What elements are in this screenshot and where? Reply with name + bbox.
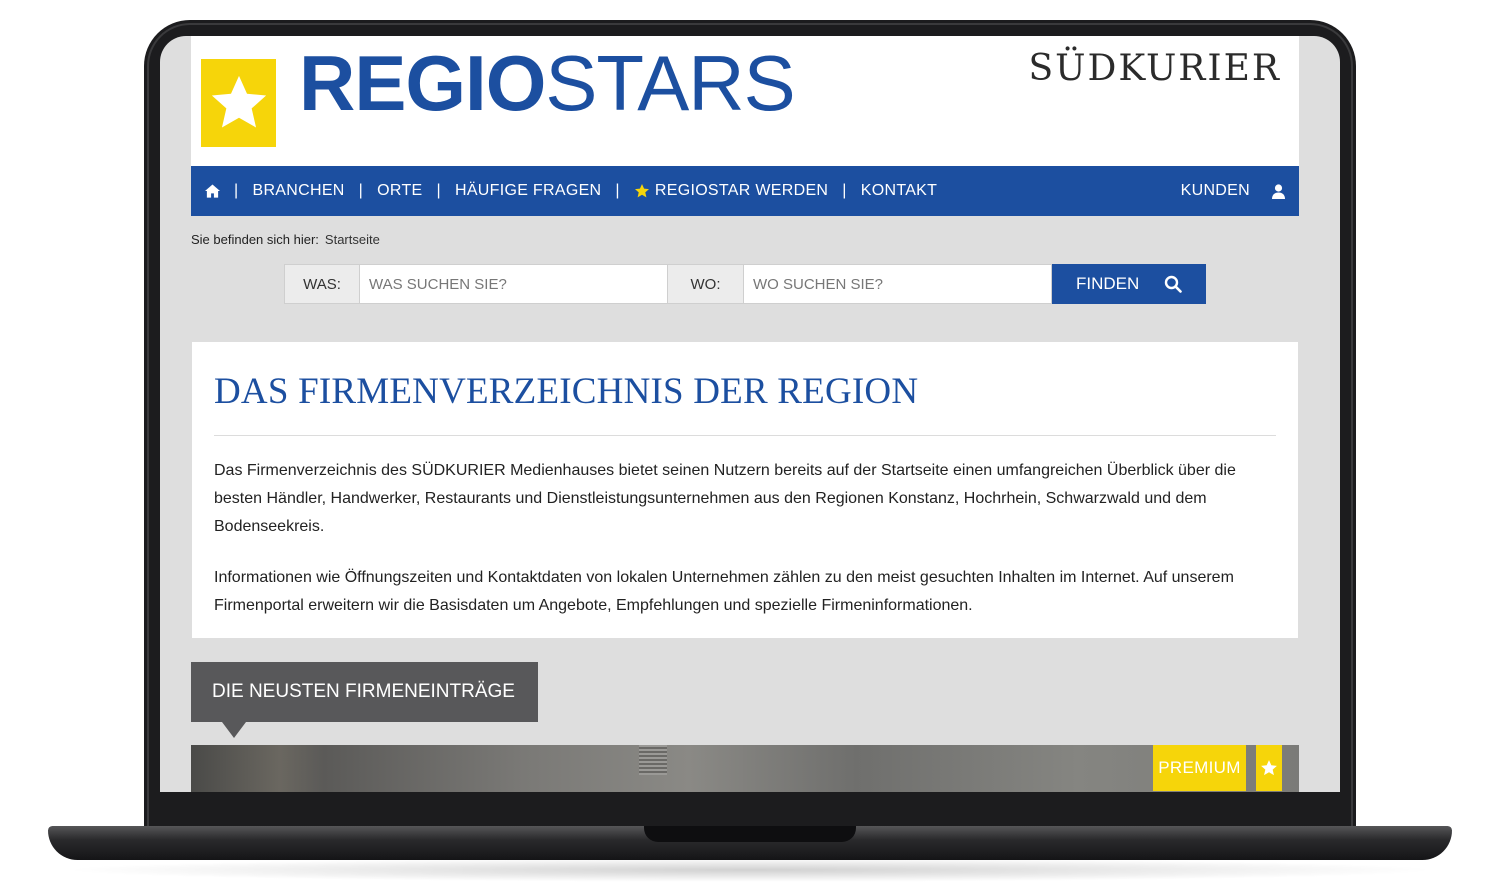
premium-badge: PREMIUM [1153,745,1246,791]
search-where-label: WO: [668,264,744,304]
nav-item-orte[interactable]: ORTE [377,182,422,200]
search-submit-button[interactable]: FINDEN [1052,264,1206,304]
breadcrumb-prefix: Sie befinden sich hier: [191,232,319,247]
logo-star-box[interactable] [201,59,276,147]
search-what-input[interactable] [360,264,668,304]
search-button-label: FINDEN [1076,274,1140,293]
nav-separator: | [842,182,847,199]
photo-detail [639,745,667,775]
page-title: DAS FIRMENVERZEICHNIS DER REGION [214,371,919,412]
home-icon [205,184,220,198]
intro-paragraph-1: Das Firmenverzeichnis des SÜDKURIER Medi… [214,462,1236,535]
partner-logo[interactable]: SÜDKURIER [1028,48,1281,89]
entry-photo[interactable] [191,745,1299,792]
nav-separator: | [615,182,620,199]
nav-item-regiostar-werden[interactable]: REGIOSTAR WERDEN [634,182,828,200]
logo-part-stars: STARS [545,39,795,127]
main-nav: | BRANCHEN | ORTE | HÄUFIGE FRAGEN | REG… [191,166,1299,216]
logo-part-regio: REGIO [299,39,546,127]
search-icon [1164,275,1182,293]
search-bar: WAS: WO: FINDEN [284,264,1206,304]
nav-separator: | [234,182,239,199]
site-logo[interactable]: REGIOSTARS [299,44,796,122]
nav-customer-area: KUNDEN [1181,166,1285,216]
user-icon[interactable] [1272,183,1285,199]
search-where-input[interactable] [744,264,1052,304]
star-icon [211,75,266,128]
laptop-notch [644,826,856,842]
intro-card: DAS FIRMENVERZEICHNIS DER REGION Das Fir… [192,342,1298,638]
breadcrumb: Sie befinden sich hier: Startseite [191,232,380,247]
nav-item-label: REGIOSTAR WERDEN [654,182,829,199]
site-header: REGIOSTARS SÜDKURIER [191,36,1299,166]
nav-separator: | [436,182,441,199]
laptop-screen: REGIOSTARS SÜDKURIER | BRANCHEN | ORTE |… [160,36,1340,792]
tab-pointer [222,722,246,738]
intro-paragraph-2: Informationen wie Öffnungszeiten und Kon… [214,569,1234,614]
star-icon [1261,760,1277,776]
title-divider [214,435,1276,436]
nav-item-kontakt[interactable]: KONTAKT [861,182,937,200]
laptop-shadow [60,858,1440,882]
search-what-label: WAS: [284,264,360,304]
premium-star-badge [1256,745,1282,791]
star-icon [634,184,649,198]
nav-item-haeufige-fragen[interactable]: HÄUFIGE FRAGEN [455,182,601,200]
nav-separator: | [358,182,364,199]
nav-item-branchen[interactable]: BRANCHEN [252,182,344,200]
nav-item-kunden[interactable]: KUNDEN [1181,182,1250,200]
breadcrumb-current[interactable]: Startseite [325,232,380,247]
latest-entries-tab[interactable]: DIE NEUSTEN FIRMENEINTRÄGE [191,662,538,722]
nav-home[interactable] [205,184,220,198]
